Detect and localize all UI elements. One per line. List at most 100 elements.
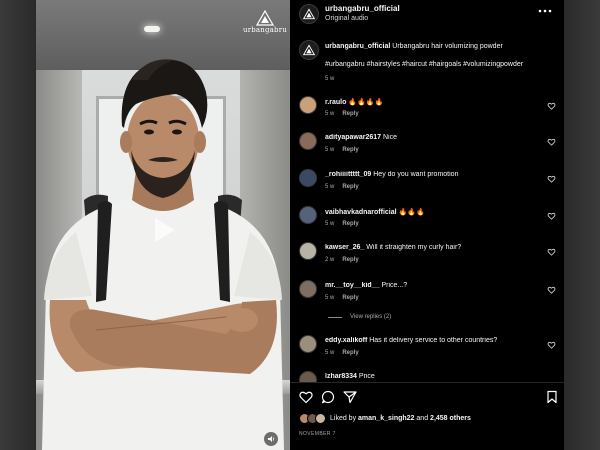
comment-age: 2 w (325, 257, 335, 263)
author-avatar[interactable] (299, 4, 319, 24)
commenter-username[interactable]: r.raulo (325, 99, 346, 106)
likes-user[interactable]: aman_k_singh22 (358, 415, 414, 422)
mute-button[interactable] (264, 432, 278, 446)
commenter-username[interactable]: eddy.xalikoff (325, 337, 367, 344)
commenter-username[interactable]: lzhar8334 (325, 373, 357, 380)
comment-age: 5 w (325, 350, 335, 356)
commenter-username[interactable]: _rohiiiittttt_09 (325, 171, 371, 178)
likes-count[interactable]: 2,458 others (430, 415, 471, 422)
comment-body: Has it delivery service to other countri… (369, 337, 498, 344)
commenter-avatar[interactable] (299, 169, 317, 187)
comment-like-icon[interactable] (547, 175, 556, 183)
comment-meta: 5 w Reply (325, 221, 367, 227)
audio-label[interactable]: Original audio (325, 15, 368, 22)
watermark-text: urbangabru (242, 26, 287, 34)
comment-meta: 2 w Reply (325, 257, 367, 263)
reply-button[interactable]: Reply (342, 350, 358, 356)
replies-divider (328, 316, 342, 318)
share-icon[interactable] (343, 390, 357, 404)
comment-text: adityapawar2617 Nice (325, 134, 543, 141)
reply-button[interactable]: Reply (342, 184, 358, 190)
comment-like-icon[interactable] (547, 212, 556, 220)
comment-body: Hey do you want promotion (373, 171, 459, 178)
comment-row: vaibhavkadnarofficial 🔥🔥🔥 5 w Reply (290, 206, 564, 236)
speaker-icon (268, 436, 275, 442)
comment-text: r.raulo 🔥🔥🔥🔥 (325, 98, 543, 106)
comment-icon[interactable] (321, 390, 335, 404)
commenter-avatar[interactable] (299, 132, 317, 150)
comment-like-icon[interactable] (547, 248, 556, 256)
comment-text: _rohiiiittttt_09 Hey do you want promoti… (325, 171, 543, 178)
post-date: NOVEMBER 7 (299, 431, 336, 437)
comment-body: Will it straighten my curly hair? (366, 244, 462, 251)
view-replies-button[interactable]: View replies (2) (328, 314, 391, 320)
likes-and: and (416, 415, 429, 422)
caption-body: Urbangabru hair volumizing powder (392, 43, 503, 50)
comment-like-icon[interactable] (547, 102, 556, 110)
comment-age: 5 w (325, 184, 335, 190)
post-actions-bar: Liked by aman_k_singh22 and 2,458 others… (290, 382, 564, 450)
heart-icon[interactable] (299, 390, 313, 404)
comment-row: adityapawar2617 Nice 5 w Reply (290, 132, 564, 162)
comment-text: vaibhavkadnarofficial 🔥🔥🔥 (325, 208, 543, 216)
brand-logo-icon (256, 10, 274, 26)
caption-hashtags[interactable]: #urbangabru #hairstyles #haircut #hairgo… (325, 61, 557, 68)
ellipsis-icon[interactable] (538, 6, 552, 16)
comment-row: r.raulo 🔥🔥🔥🔥 5 w Reply (290, 96, 564, 126)
comment-text: kawser_26_ Will it straighten my curly h… (325, 244, 543, 251)
comment-age: 5 w (325, 295, 335, 301)
comment-body: 🔥🔥🔥 (398, 209, 425, 216)
view-replies-label: View replies (2) (350, 314, 392, 320)
liker-avatar (315, 413, 326, 424)
bookmark-icon[interactable] (545, 390, 559, 404)
commenter-avatar[interactable] (299, 280, 317, 298)
comment-body: Price...? (381, 282, 408, 289)
likes-summary[interactable]: Liked by aman_k_singh22 and 2,458 others (330, 415, 471, 422)
caption-username[interactable]: urbangabru_official (325, 43, 390, 50)
comment-body: Nice (383, 134, 398, 141)
brand-logo-icon (303, 8, 315, 20)
comment-age: 5 w (325, 221, 335, 227)
likes-prefix: Liked by (330, 415, 357, 422)
comment-row: mr.__toy__kid__ Price...? 5 w Reply (290, 280, 564, 310)
commenter-avatar[interactable] (299, 206, 317, 224)
brand-watermark: urbangabru (242, 10, 288, 34)
backdrop-right-edge (564, 0, 600, 450)
post-header: urbangabru_official Original audio (290, 0, 564, 30)
post-media-video[interactable]: urbangabru (36, 0, 290, 450)
reply-button[interactable]: Reply (342, 221, 358, 227)
brand-logo-icon (303, 44, 315, 56)
comment-age: 5 w (325, 147, 335, 153)
comment-like-icon[interactable] (547, 138, 556, 146)
comment-meta: 5 w Reply (325, 111, 367, 117)
play-icon[interactable] (144, 212, 180, 248)
comment-age: 5 w (325, 111, 335, 117)
comment-text: mr.__toy__kid__ Price...? (325, 282, 543, 289)
reply-button[interactable]: Reply (342, 111, 358, 117)
backdrop-left-edge (0, 0, 36, 450)
commenter-avatar[interactable] (299, 242, 317, 260)
reply-button[interactable]: Reply (342, 257, 358, 263)
comment-row: _rohiiiittttt_09 Hey do you want promoti… (290, 169, 564, 199)
reply-button[interactable]: Reply (342, 295, 358, 301)
comment-meta: 5 w Reply (325, 184, 367, 190)
author-username[interactable]: urbangabru_official (325, 4, 400, 13)
commenter-username[interactable]: kawser_26_ (325, 244, 364, 251)
commenter-username[interactable]: adityapawar2617 (325, 134, 381, 141)
comment-like-icon[interactable] (547, 286, 556, 294)
comment-meta: 5 w Reply (325, 350, 367, 356)
reply-button[interactable]: Reply (342, 147, 358, 153)
comment-row: eddy.xalikoff Has it delivery service to… (290, 335, 564, 365)
comment-meta: 5 w Reply (325, 295, 367, 301)
caption-text: urbangabru_official Urbangabru hair volu… (325, 42, 555, 52)
commenter-username[interactable]: mr.__toy__kid__ (325, 282, 379, 289)
commenter-avatar[interactable] (299, 96, 317, 114)
caption-avatar[interactable] (299, 40, 319, 60)
comment-text: eddy.xalikoff Has it delivery service to… (325, 337, 543, 344)
commenter-username[interactable]: vaibhavkadnarofficial (325, 209, 397, 216)
caption-age: 5 w (325, 76, 335, 82)
comment-like-icon[interactable] (547, 341, 556, 349)
post-side-panel: urbangabru_official Original audio urban… (290, 0, 564, 450)
commenter-avatar[interactable] (299, 335, 317, 353)
comment-body: 🔥🔥🔥🔥 (348, 99, 384, 106)
